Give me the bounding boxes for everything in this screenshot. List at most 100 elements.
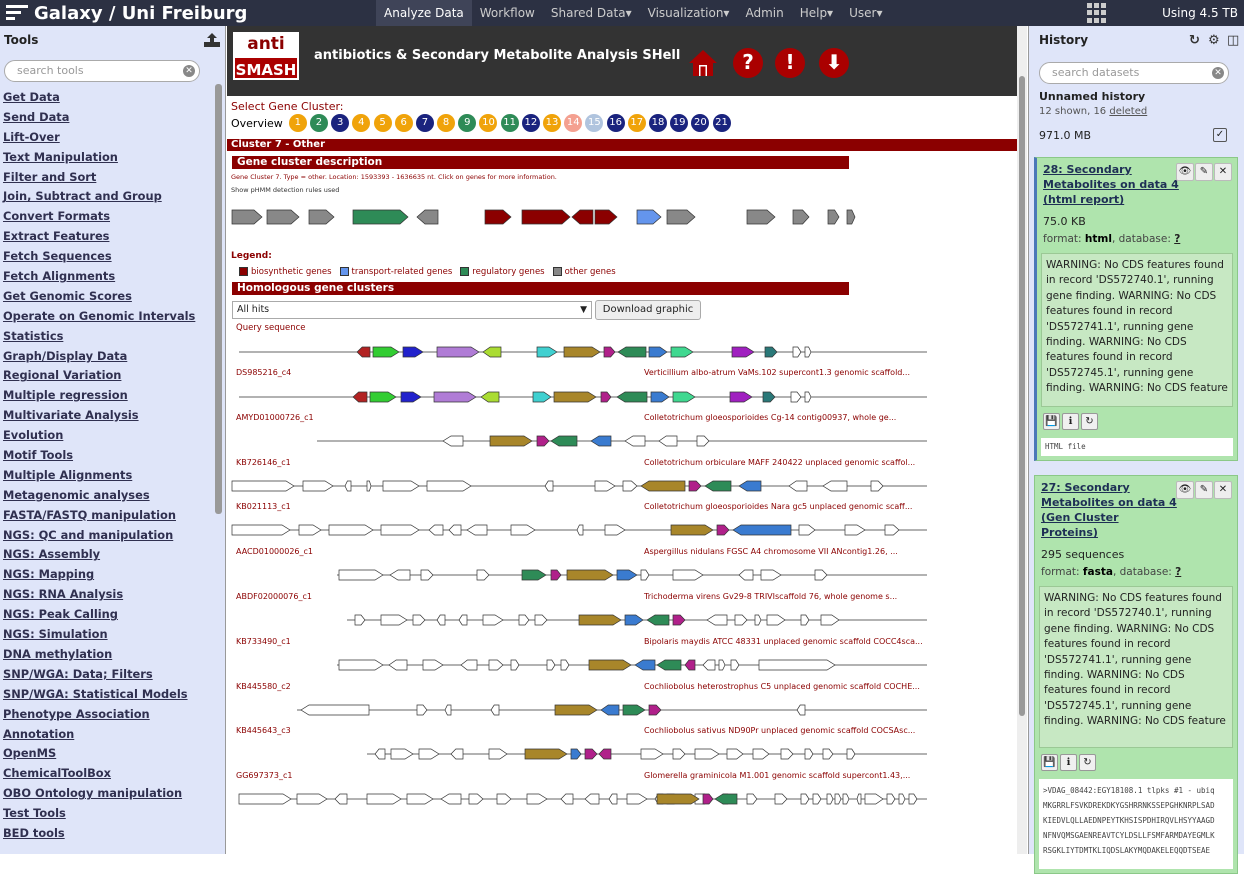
gene-arrow[interactable] <box>792 346 802 358</box>
gene-arrow[interactable] <box>603 346 616 358</box>
gene-arrow[interactable] <box>510 659 520 671</box>
center-scrollbar[interactable] <box>1017 26 1027 854</box>
tool-section-link[interactable]: NGS: Peak Calling <box>3 607 118 621</box>
gene-arrow[interactable] <box>352 391 368 403</box>
gene-arrow[interactable] <box>672 569 704 581</box>
gene-arrow[interactable] <box>760 569 782 581</box>
gene-arrow[interactable] <box>640 569 650 581</box>
gene-arrow[interactable] <box>694 748 720 760</box>
clear-search-icon[interactable]: ✕ <box>183 65 195 77</box>
gene-arrow[interactable] <box>812 793 822 805</box>
gene-arrow[interactable] <box>648 346 668 358</box>
gene-arrow[interactable] <box>764 346 778 358</box>
gene-arrow[interactable] <box>344 480 352 492</box>
gene-arrow[interactable] <box>624 614 644 626</box>
tool-section-link[interactable]: NGS: RNA Analysis <box>3 587 123 601</box>
gene-arrow[interactable] <box>334 793 348 805</box>
gene-arrow[interactable] <box>550 569 562 581</box>
gene-arrow[interactable] <box>656 659 682 671</box>
gene-arrow[interactable] <box>788 480 808 492</box>
gene-arrow[interactable] <box>571 209 594 225</box>
gene-arrow[interactable] <box>553 391 597 403</box>
gene-arrow[interactable] <box>634 659 656 671</box>
gene-arrow[interactable] <box>738 480 762 492</box>
gene-arrow[interactable] <box>420 569 434 581</box>
gene-arrow[interactable] <box>718 659 726 671</box>
delete-icon[interactable]: ✕ <box>1214 163 1232 181</box>
gene-arrow[interactable] <box>412 614 426 626</box>
gene-arrow[interactable] <box>380 524 420 536</box>
tool-section-link[interactable]: SNP/WGA: Statistical Models <box>3 687 188 701</box>
gene-arrow[interactable] <box>616 569 638 581</box>
gene-arrow[interactable] <box>402 346 424 358</box>
save-icon[interactable]: 💾 <box>1041 754 1058 771</box>
gene-arrow[interactable] <box>524 748 568 760</box>
gene-arrow[interactable] <box>560 659 570 671</box>
tool-search-input[interactable]: search tools ✕ <box>4 60 200 82</box>
tool-section-link[interactable]: Send Data <box>3 110 69 124</box>
gene-arrow[interactable] <box>688 480 702 492</box>
save-icon[interactable]: 💾 <box>1043 413 1060 430</box>
history-search-input[interactable]: search datasets ✕ <box>1039 62 1229 84</box>
gene-arrow[interactable] <box>822 748 834 760</box>
gene-arrow[interactable] <box>908 793 918 805</box>
gene-arrow[interactable] <box>426 480 472 492</box>
gene-arrow[interactable] <box>468 793 484 805</box>
tool-panel-scrollbar[interactable] <box>215 84 222 514</box>
gene-arrow[interactable] <box>752 748 770 760</box>
gene-arrow[interactable] <box>780 748 794 760</box>
gene-arrow[interactable] <box>758 659 836 671</box>
gene-arrow[interactable] <box>366 480 372 492</box>
tool-section-link[interactable]: Multivariate Analysis <box>3 408 139 422</box>
gene-arrow[interactable] <box>536 346 558 358</box>
pencil-icon[interactable]: ✎ <box>1195 481 1213 499</box>
gene-arrow[interactable] <box>518 614 530 626</box>
gene-arrow[interactable] <box>482 614 504 626</box>
gene-arrow[interactable] <box>762 391 776 403</box>
gene-arrow[interactable] <box>884 524 900 536</box>
gene-arrow[interactable] <box>608 793 618 805</box>
gene-arrow[interactable] <box>738 569 754 581</box>
gene-arrow[interactable] <box>584 748 598 760</box>
tool-section-link[interactable]: DNA methylation <box>3 647 112 661</box>
gene-arrow[interactable] <box>460 659 478 671</box>
rerun-icon[interactable]: ↻ <box>1079 754 1096 771</box>
gene-arrow[interactable] <box>466 524 488 536</box>
tool-section-link[interactable]: Filter and Sort <box>3 170 96 184</box>
tool-section-link[interactable]: Fetch Alignments <box>3 269 115 283</box>
tool-section-link[interactable]: Lift-Over <box>3 130 60 144</box>
gene-arrow[interactable] <box>476 569 490 581</box>
gene-arrow[interactable] <box>730 659 740 671</box>
tool-section-link[interactable]: Get Genomic Scores <box>3 289 132 303</box>
tool-section-link[interactable]: Graph/Display Data <box>3 349 127 363</box>
gene-arrow[interactable] <box>444 704 452 716</box>
gene-arrow[interactable] <box>666 209 696 225</box>
gene-arrow[interactable] <box>590 435 612 447</box>
tool-section-link[interactable]: Fetch Sequences <box>3 249 112 263</box>
tool-section-link[interactable]: Join, Subtract and Group <box>3 189 162 203</box>
gene-arrow[interactable] <box>594 480 616 492</box>
gene-arrow[interactable] <box>800 793 810 805</box>
gene-arrow[interactable] <box>422 659 444 671</box>
tool-section-link[interactable]: Get Data <box>3 90 60 104</box>
gene-arrow[interactable] <box>550 435 578 447</box>
gene-arrow[interactable] <box>308 209 335 225</box>
scratchbook-grid-icon[interactable] <box>1087 3 1107 23</box>
gene-arrow[interactable] <box>496 793 512 805</box>
gene-arrow[interactable] <box>734 614 748 626</box>
tool-section-link[interactable]: Regional Variation <box>3 368 121 382</box>
gene-arrow[interactable] <box>300 704 370 716</box>
tool-section-link[interactable]: Annotation <box>3 727 74 741</box>
tool-section-link[interactable]: NGS: Assembly <box>3 547 100 561</box>
gene-arrow[interactable] <box>526 793 548 805</box>
gene-arrow[interactable] <box>716 524 730 536</box>
gene-arrow[interactable] <box>578 614 622 626</box>
gene-arrow[interactable] <box>521 569 547 581</box>
gene-arrow[interactable] <box>800 614 810 626</box>
gene-arrow[interactable] <box>588 659 632 671</box>
tool-section-link[interactable]: Evolution <box>3 428 63 442</box>
gene-arrow[interactable] <box>338 569 384 581</box>
gene-arrow[interactable] <box>804 748 814 760</box>
brand[interactable]: Galaxy / Uni Freiburg <box>0 3 376 24</box>
gene-arrow[interactable] <box>366 793 402 805</box>
